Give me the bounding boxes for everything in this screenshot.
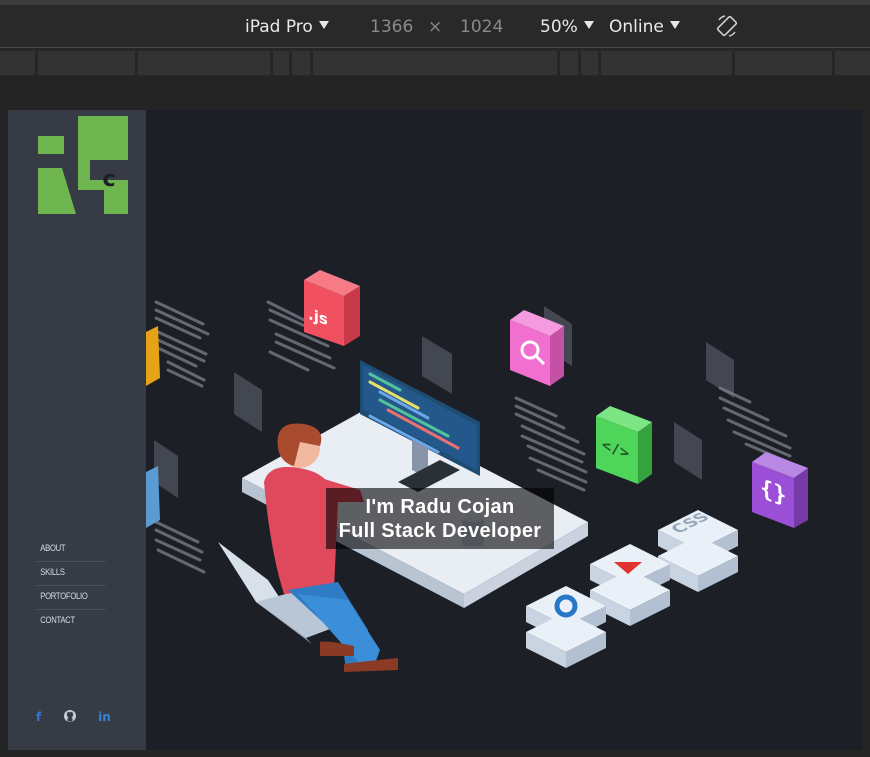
height-input[interactable]: 1024 (460, 17, 503, 37)
width-input[interactable]: 1366 (370, 17, 413, 37)
device-label: iPad Pro (245, 17, 313, 37)
chevron-down-icon (583, 21, 594, 29)
hero-name: I'm Radu Cojan (365, 496, 515, 518)
dimension-separator: × (428, 17, 443, 37)
network-label: Online (609, 17, 664, 37)
media-query-segment[interactable] (313, 51, 557, 75)
media-query-segment[interactable] (0, 51, 35, 75)
device-viewport: .js </> {} CSS c Rc ABOUT SKILLS PORTOFO… (8, 110, 862, 750)
media-query-segment[interactable] (735, 51, 832, 75)
chevron-down-icon (318, 21, 329, 29)
rc-logo[interactable]: c (38, 116, 128, 214)
nav-portfolio[interactable]: PORTOFOLIO (36, 586, 106, 610)
media-query-segment[interactable] (581, 51, 598, 75)
github-icon[interactable] (63, 709, 77, 726)
media-query-segment[interactable] (292, 51, 310, 75)
media-query-segment[interactable] (138, 51, 270, 75)
nav-skills[interactable]: SKILLS (36, 562, 106, 586)
social-links: f in (36, 708, 128, 726)
network-throttle-select[interactable]: Online (609, 17, 680, 37)
nav-about[interactable]: ABOUT (36, 538, 106, 562)
nav-contact[interactable]: CONTACT (36, 610, 106, 633)
media-query-bar (0, 47, 870, 77)
device-select[interactable]: iPad Pro (245, 17, 329, 37)
media-query-segment[interactable] (273, 51, 289, 75)
media-query-segment[interactable] (601, 51, 732, 75)
main-nav: ABOUT SKILLS PORTOFOLIO CONTACT (36, 538, 118, 633)
hero-banner: I'm Radu Cojan Full Stack Developer (326, 488, 554, 549)
media-query-segment[interactable] (835, 51, 870, 75)
zoom-label: 50% (540, 17, 578, 37)
developer-illustration (146, 270, 808, 672)
media-query-segment[interactable] (38, 51, 135, 75)
logo-letter-c: c (102, 167, 115, 192)
sidebar: c Rc ABOUT SKILLS PORTOFOLIO CONTACT f i… (8, 110, 146, 750)
facebook-icon[interactable]: f (36, 710, 41, 724)
linkedin-icon[interactable]: in (98, 710, 111, 724)
chevron-down-icon (669, 21, 680, 29)
rotate-icon[interactable] (716, 14, 738, 38)
device-toolbar: iPad Pro 1366 × 1024 50% Online (0, 0, 870, 47)
media-query-segment[interactable] (560, 51, 578, 75)
hero-role: Full Stack Developer (338, 520, 542, 542)
zoom-select[interactable]: 50% (540, 17, 594, 37)
